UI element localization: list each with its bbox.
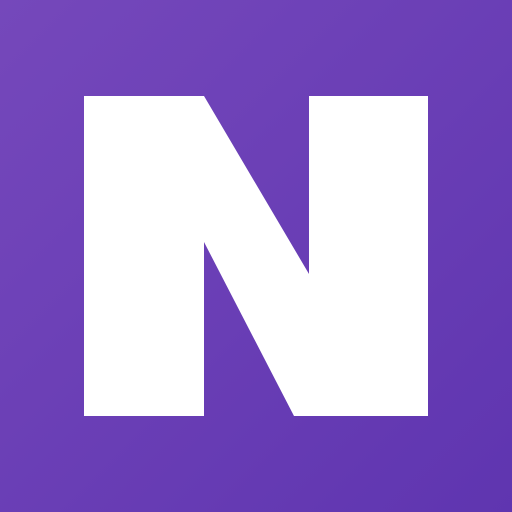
app-icon — [0, 0, 512, 512]
letter-n-logo-icon — [0, 0, 512, 512]
